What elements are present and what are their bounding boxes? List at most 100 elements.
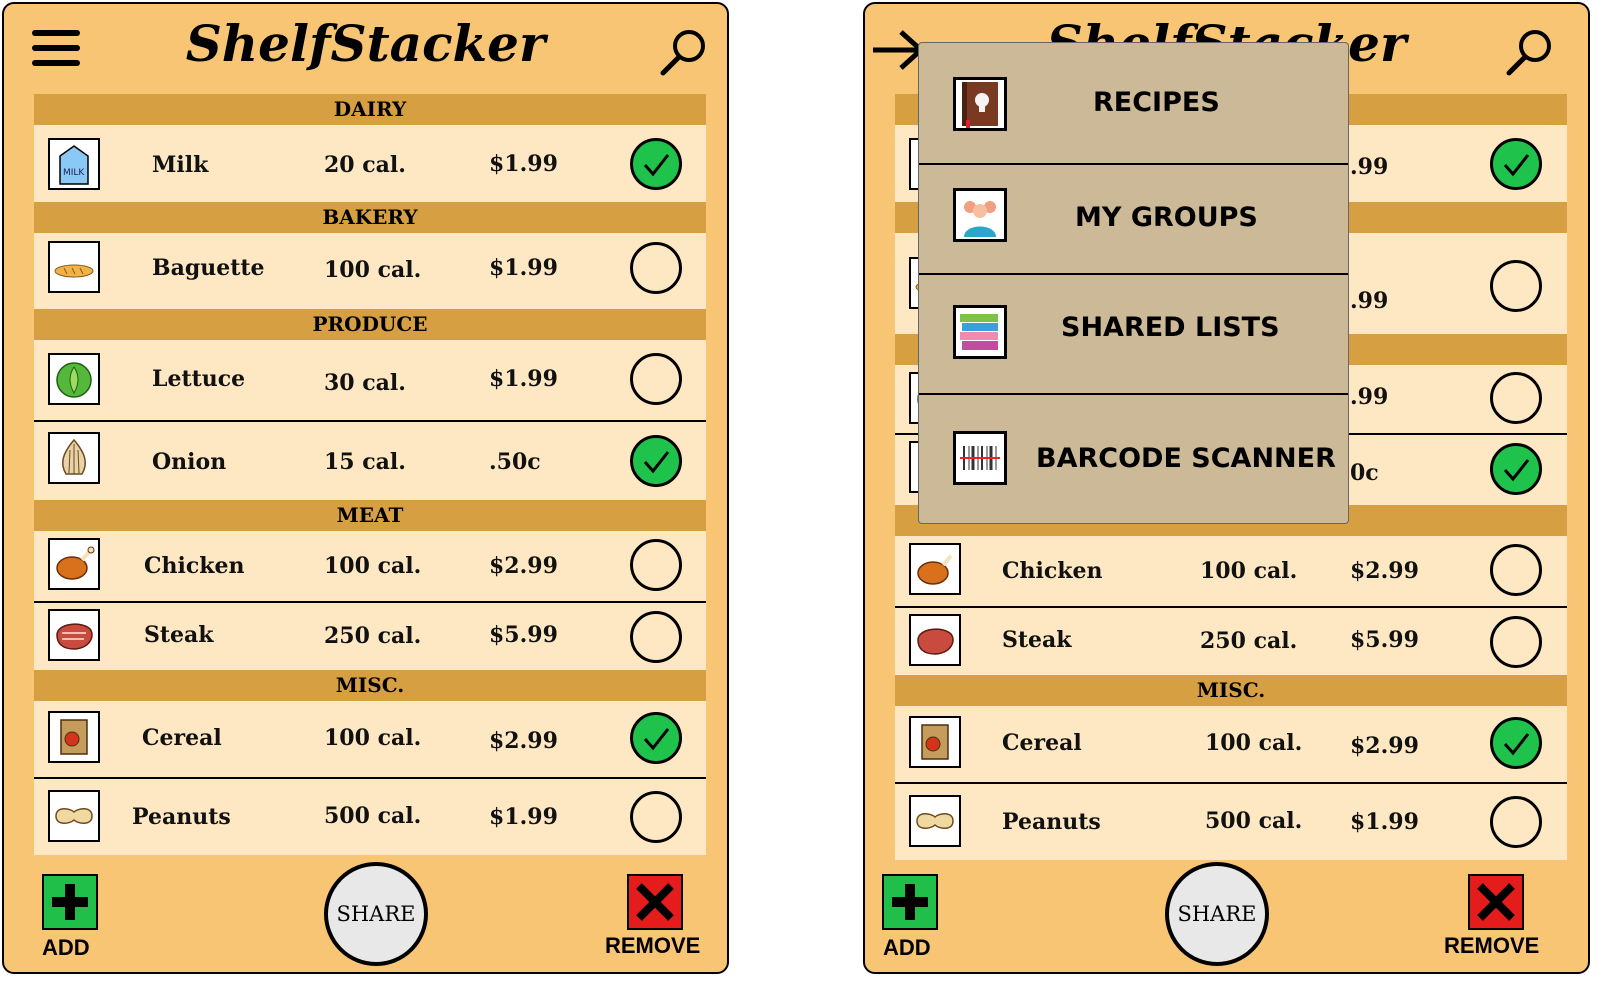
checkmark-icon xyxy=(643,154,670,177)
list-item-baguette[interactable]: Baguette 100 cal. $1.99 xyxy=(34,233,706,309)
item-checkbox-checked[interactable] xyxy=(1490,443,1542,495)
list-item-lettuce[interactable]: Lettuce 30 cal. $1.99 xyxy=(34,340,706,422)
item-checkbox-checked[interactable] xyxy=(1490,138,1542,190)
search-icon xyxy=(1506,30,1551,76)
list-item-cereal[interactable]: Cereal 100 cal. $2.99 xyxy=(34,701,706,779)
share-button[interactable]: SHARE xyxy=(324,862,428,966)
item-price: $1.99 xyxy=(489,151,558,177)
navigation-menu: RECIPES MY GROUPS SHARED LISTS BARCODE S… xyxy=(918,42,1349,524)
item-name: Peanuts xyxy=(132,804,231,830)
list-item-peanuts[interactable]: Peanuts 500 cal. $1.99 xyxy=(34,779,706,855)
search-button[interactable] xyxy=(1505,28,1555,78)
onion-icon xyxy=(48,432,100,484)
list-item-chicken[interactable]: Chicken 100 cal. $2.99 xyxy=(34,531,706,603)
category-header-misc: MISC. xyxy=(34,670,706,701)
menu-item-shared-lists[interactable]: SHARED LISTS xyxy=(919,275,1348,393)
menu-item-my-groups[interactable]: MY GROUPS xyxy=(919,165,1348,273)
item-name: Lettuce xyxy=(152,366,246,392)
item-checkbox-unchecked[interactable] xyxy=(1490,796,1542,848)
chicken-icon xyxy=(909,543,961,595)
item-calories: 20 cal. xyxy=(324,152,406,178)
cereal-box-icon xyxy=(48,711,100,763)
bottom-action-bar: ADD SHARE REMOVE xyxy=(4,849,727,972)
item-name: Cereal xyxy=(142,725,222,751)
menu-item-recipes[interactable]: RECIPES xyxy=(919,43,1348,163)
menu-item-label: RECIPES xyxy=(1093,87,1220,118)
close-x-icon xyxy=(1477,883,1515,921)
item-checkbox-unchecked[interactable] xyxy=(630,611,682,663)
item-price: $5.99 xyxy=(489,622,558,648)
list-item-steak[interactable]: Steak 250 cal. $5.99 xyxy=(34,603,706,670)
app-header: ShelfStacker xyxy=(4,4,727,92)
remove-button[interactable] xyxy=(1468,874,1524,930)
checkmark-icon xyxy=(1503,733,1530,756)
lettuce-icon xyxy=(48,353,100,405)
item-checkbox-unchecked[interactable] xyxy=(630,242,682,294)
item-price: .50c xyxy=(489,449,541,475)
item-checkbox-unchecked[interactable] xyxy=(1490,260,1542,312)
item-checkbox-unchecked[interactable] xyxy=(1490,616,1542,668)
menu-item-label: MY GROUPS xyxy=(1075,202,1258,233)
item-price: $5.99 xyxy=(1350,627,1419,653)
item-price: $1.99 xyxy=(489,804,558,830)
item-name: Milk xyxy=(152,152,209,178)
category-header-bakery: BAKERY xyxy=(34,202,706,233)
search-button[interactable] xyxy=(659,28,709,78)
item-name: Chicken xyxy=(144,553,245,579)
search-icon xyxy=(660,30,705,76)
item-price: .99 xyxy=(1350,288,1389,314)
item-calories: 100 cal. xyxy=(324,725,422,751)
group-people-icon xyxy=(953,188,1007,242)
add-button[interactable] xyxy=(42,874,98,930)
item-name: Peanuts xyxy=(1002,809,1101,835)
remove-button[interactable] xyxy=(627,874,683,930)
menu-item-barcode-scanner[interactable]: BARCODE SCANNER xyxy=(919,395,1348,523)
item-price: $2.99 xyxy=(1350,733,1419,759)
item-name: Baguette xyxy=(152,255,265,281)
stacked-books-icon xyxy=(953,305,1007,359)
item-checkbox-checked[interactable] xyxy=(630,712,682,764)
category-header-misc: MISC. xyxy=(895,675,1567,706)
list-item-steak[interactable]: Steak 250 cal. $5.99 xyxy=(895,608,1567,675)
baguette-icon xyxy=(48,241,100,293)
item-checkbox-checked[interactable] xyxy=(630,435,682,487)
item-checkbox-unchecked[interactable] xyxy=(1490,372,1542,424)
item-checkbox-unchecked[interactable] xyxy=(630,791,682,843)
list-item-onion[interactable]: Onion 15 cal. .50c xyxy=(34,422,706,500)
share-button[interactable]: SHARE xyxy=(1165,862,1269,966)
checkmark-icon xyxy=(1503,459,1530,482)
item-checkbox-checked[interactable] xyxy=(1490,717,1542,769)
item-price: 0c xyxy=(1350,460,1379,486)
list-item-milk[interactable]: MILK Milk 20 cal. $1.99 xyxy=(34,125,706,202)
item-price: $2.99 xyxy=(489,553,558,579)
item-checkbox-unchecked[interactable] xyxy=(630,539,682,591)
item-price: $1.99 xyxy=(1350,809,1419,835)
checkmark-icon xyxy=(1503,154,1530,177)
item-calories: 30 cal. xyxy=(324,370,406,396)
phone-screen-main: ShelfStacker DAIRY MILK Milk 20 cal. $1.… xyxy=(2,2,729,974)
item-calories: 100 cal. xyxy=(324,257,422,283)
add-label: ADD xyxy=(42,935,90,960)
item-price: $2.99 xyxy=(489,728,558,754)
remove-label: REMOVE xyxy=(605,933,701,958)
add-button[interactable] xyxy=(882,874,938,930)
shopping-list: DAIRY MILK Milk 20 cal. $1.99 BAKERY Bag… xyxy=(34,94,706,855)
item-checkbox-unchecked[interactable] xyxy=(1490,544,1542,596)
item-calories: 500 cal. xyxy=(1205,808,1303,834)
item-name: Steak xyxy=(144,622,214,648)
item-name: Onion xyxy=(152,449,227,475)
list-item-chicken[interactable]: Chicken 100 cal. $2.99 xyxy=(895,536,1567,608)
steak-icon xyxy=(909,614,961,666)
cereal-box-icon xyxy=(909,716,961,768)
item-price: .99 xyxy=(1350,384,1389,410)
peanut-icon xyxy=(48,790,100,842)
item-calories: 250 cal. xyxy=(324,623,422,649)
item-checkbox-checked[interactable] xyxy=(630,138,682,190)
bottom-action-bar: ADD SHARE REMOVE xyxy=(865,849,1588,972)
menu-item-label: SHARED LISTS xyxy=(1061,312,1280,343)
list-item-cereal[interactable]: Cereal 100 cal. $2.99 xyxy=(895,706,1567,784)
svg-text:MILK: MILK xyxy=(63,168,85,178)
milk-carton-icon: MILK xyxy=(48,138,100,190)
remove-label: REMOVE xyxy=(1444,933,1540,958)
item-checkbox-unchecked[interactable] xyxy=(630,353,682,405)
